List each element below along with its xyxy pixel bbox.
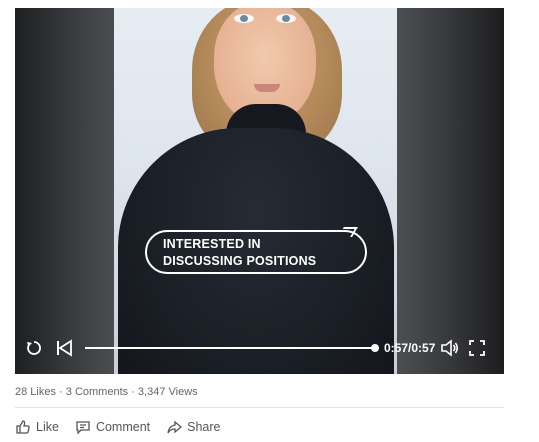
views-count: 3,347 Views: [137, 386, 198, 398]
video-blur-left: [15, 8, 114, 374]
video-caption: INTERESTED IN DISCUSSING POSITIONS: [145, 230, 367, 274]
caption-line-1: INTERESTED IN: [163, 237, 261, 251]
video-player[interactable]: INTERESTED IN DISCUSSING POSITIONS 0:57/…: [15, 8, 504, 374]
share-button[interactable]: Share: [166, 419, 220, 435]
person-mouth: [254, 84, 280, 92]
person-eye-left: [234, 14, 254, 23]
share-label: Share: [187, 420, 221, 434]
likes-count[interactable]: 28 Likes: [15, 386, 56, 398]
fullscreen-icon[interactable]: [468, 339, 486, 357]
stats-separator-2: ·: [128, 386, 138, 398]
comment-button[interactable]: Comment: [75, 419, 150, 435]
like-label: Like: [36, 420, 59, 434]
progress-knob[interactable]: [371, 344, 379, 352]
comment-label: Comment: [95, 420, 151, 434]
comments-count[interactable]: 3 Comments: [66, 386, 128, 398]
replay-icon[interactable]: [25, 339, 43, 357]
time-display: 0:57/0:57: [384, 341, 436, 355]
skip-back-icon[interactable]: [55, 339, 73, 357]
share-icon: [167, 420, 183, 434]
video-frame: [114, 8, 397, 374]
post-stats: 28 Likes · 3 Comments · 3,347 Views: [15, 386, 198, 398]
progress-track[interactable]: [85, 347, 375, 349]
video-blur-right: [397, 8, 504, 374]
volume-icon[interactable]: [440, 339, 460, 357]
thumbs-up-icon: [16, 420, 30, 434]
comment-icon: [76, 421, 90, 435]
stats-separator: ·: [55, 386, 66, 398]
caption-line-2: DISCUSSING POSITIONS: [163, 254, 317, 268]
person-eye-right: [276, 14, 296, 23]
divider: [15, 407, 504, 408]
like-button[interactable]: Like: [15, 419, 59, 435]
post-actions: Like Comment Share: [15, 418, 220, 436]
